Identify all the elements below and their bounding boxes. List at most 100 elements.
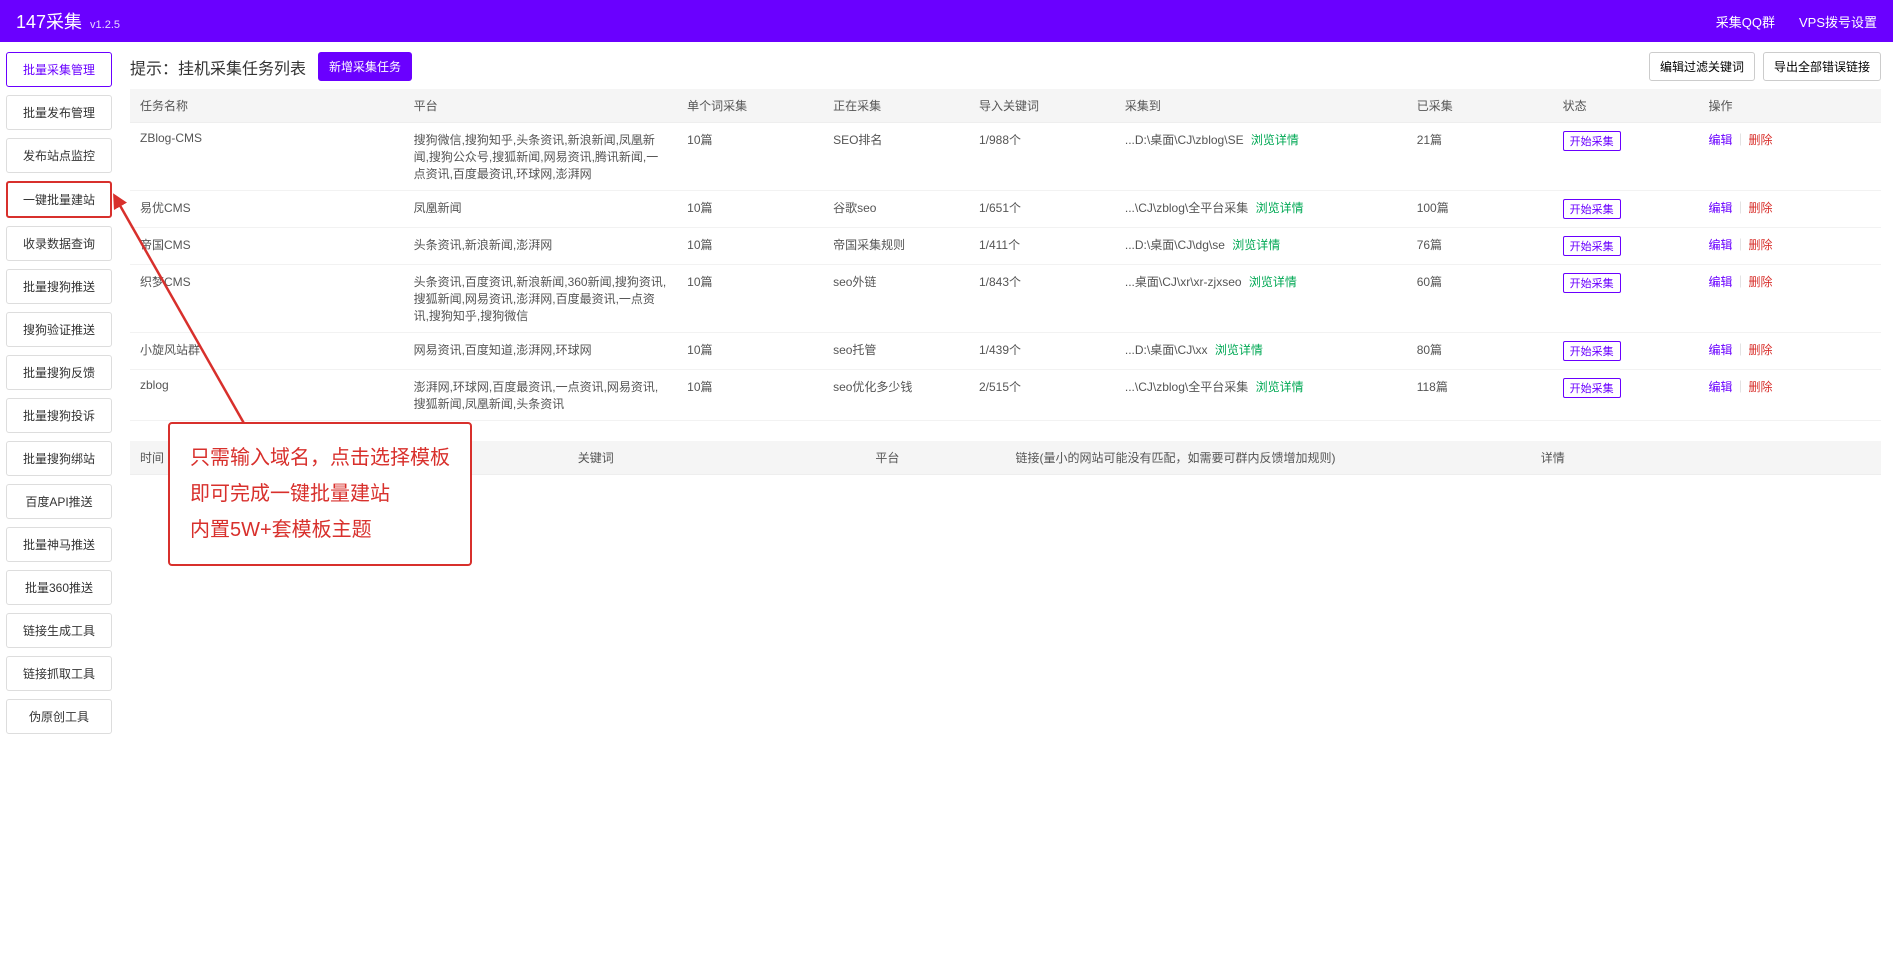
edit-link[interactable]: 编辑 [1709, 380, 1733, 394]
cell-collecting: seo托管 [823, 333, 969, 370]
table-row: 帝国CMS头条资讯,新浪新闻,澎湃网10篇帝国采集规则1/411个...D:\桌… [130, 228, 1881, 265]
page-title: 提示：挂机采集任务列表 [130, 55, 306, 79]
sidebar-item-3[interactable]: 一键批量建站 [6, 181, 112, 218]
detail-link[interactable]: 浏览详情 [1256, 380, 1304, 394]
sidebar-item-4[interactable]: 收录数据查询 [6, 226, 112, 261]
cell-name: 小旋风站群 [130, 333, 404, 370]
col-header: 采集到 [1115, 89, 1407, 123]
sidebar-item-1[interactable]: 批量发布管理 [6, 95, 112, 130]
sidebar-item-15[interactable]: 伪原创工具 [6, 699, 112, 734]
cell-status: 开始采集 [1553, 370, 1699, 421]
cell-path: ...D:\桌面\CJ\zblog\SE 浏览详情 [1115, 123, 1407, 191]
cell-platform: 头条资讯,百度资讯,新浪新闻,360新闻,搜狗资讯,搜狐新闻,网易资讯,澎湃网,… [404, 265, 678, 333]
tasks-table: 任务名称平台单个词采集正在采集导入关键词采集到已采集状态操作 ZBlog-CMS… [130, 89, 1881, 421]
col-header: 正在采集 [823, 89, 969, 123]
start-collect-button[interactable]: 开始采集 [1563, 236, 1621, 256]
cell-imported: 1/988个 [969, 123, 1115, 191]
col-header: 操作 [1699, 89, 1881, 123]
sidebar-item-2[interactable]: 发布站点监控 [6, 138, 112, 173]
sidebar-item-0[interactable]: 批量采集管理 [6, 52, 112, 87]
cell-collected: 60篇 [1407, 265, 1553, 333]
cell-name: zblog [130, 370, 404, 421]
cell-imported: 1/651个 [969, 191, 1115, 228]
start-collect-button[interactable]: 开始采集 [1563, 131, 1621, 151]
cell-status: 开始采集 [1553, 191, 1699, 228]
cell-path: ...\CJ\zblog\全平台采集 浏览详情 [1115, 191, 1407, 228]
delete-link[interactable]: 删除 [1749, 238, 1773, 252]
cell-path: ...\CJ\zblog\全平台采集 浏览详情 [1115, 370, 1407, 421]
main-content: 提示：挂机采集任务列表 新增采集任务 编辑过滤关键词 导出全部错误链接 任务名称… [118, 42, 1893, 744]
delete-link[interactable]: 删除 [1749, 133, 1773, 147]
cell-ops: 编辑｜删除 [1699, 123, 1881, 191]
cell-imported: 1/411个 [969, 228, 1115, 265]
start-collect-button[interactable]: 开始采集 [1563, 341, 1621, 361]
app-version: v1.2.5 [90, 19, 120, 31]
detail-link[interactable]: 浏览详情 [1215, 343, 1263, 357]
sidebar-item-10[interactable]: 百度API推送 [6, 484, 112, 519]
cell-imported: 2/515个 [969, 370, 1115, 421]
cell-path: ...桌面\CJ\xr\xr-zjxseo 浏览详情 [1115, 265, 1407, 333]
delete-link[interactable]: 删除 [1749, 343, 1773, 357]
cell-platform: 凤凰新闻 [404, 191, 678, 228]
detail-link[interactable]: 浏览详情 [1256, 201, 1304, 215]
col-header: 任务名称 [130, 89, 404, 123]
cell-imported: 1/843个 [969, 265, 1115, 333]
cell-platform: 头条资讯,新浪新闻,澎湃网 [404, 228, 678, 265]
sidebar-item-9[interactable]: 批量搜狗绑站 [6, 441, 112, 476]
delete-link[interactable]: 删除 [1749, 201, 1773, 215]
col-header: 链接(量小的网站可能没有匹配，如需要可群内反馈增加规则) [1005, 441, 1530, 475]
cell-name: 织梦CMS [130, 265, 404, 333]
filter-keywords-button[interactable]: 编辑过滤关键词 [1649, 52, 1755, 81]
header-link-qq[interactable]: 采集QQ群 [1716, 12, 1775, 31]
cell-collecting: 谷歌seo [823, 191, 969, 228]
cell-collected: 21篇 [1407, 123, 1553, 191]
col-header: 平台 [404, 89, 678, 123]
edit-link[interactable]: 编辑 [1709, 238, 1733, 252]
cell-status: 开始采集 [1553, 123, 1699, 191]
delete-link[interactable]: 删除 [1749, 275, 1773, 289]
edit-link[interactable]: 编辑 [1709, 201, 1733, 215]
cell-platform: 搜狗微信,搜狗知乎,头条资讯,新浪新闻,凤凰新闻,搜狗公众号,搜狐新闻,网易资讯… [404, 123, 678, 191]
start-collect-button[interactable]: 开始采集 [1563, 273, 1621, 293]
detail-link[interactable]: 浏览详情 [1249, 275, 1297, 289]
edit-link[interactable]: 编辑 [1709, 133, 1733, 147]
sidebar-item-6[interactable]: 搜狗验证推送 [6, 312, 112, 347]
detail-link[interactable]: 浏览详情 [1232, 238, 1280, 252]
cell-collecting: 帝国采集规则 [823, 228, 969, 265]
export-errors-button[interactable]: 导出全部错误链接 [1763, 52, 1881, 81]
cell-ops: 编辑｜删除 [1699, 333, 1881, 370]
delete-link[interactable]: 删除 [1749, 380, 1773, 394]
header-link-vps[interactable]: VPS拨号设置 [1799, 12, 1877, 31]
new-task-button[interactable]: 新增采集任务 [318, 52, 412, 81]
sidebar-item-11[interactable]: 批量神马推送 [6, 527, 112, 562]
col-header: 状态 [1553, 89, 1699, 123]
cell-name: 易优CMS [130, 191, 404, 228]
sidebar-item-13[interactable]: 链接生成工具 [6, 613, 112, 648]
edit-link[interactable]: 编辑 [1709, 275, 1733, 289]
cell-status: 开始采集 [1553, 333, 1699, 370]
start-collect-button[interactable]: 开始采集 [1563, 199, 1621, 219]
cell-path: ...D:\桌面\CJ\dg\se 浏览详情 [1115, 228, 1407, 265]
sidebar-item-7[interactable]: 批量搜狗反馈 [6, 355, 112, 390]
sidebar: 批量采集管理批量发布管理发布站点监控一键批量建站收录数据查询批量搜狗推送搜狗验证… [0, 42, 118, 744]
cell-per: 10篇 [677, 228, 823, 265]
sidebar-item-5[interactable]: 批量搜狗推送 [6, 269, 112, 304]
edit-link[interactable]: 编辑 [1709, 343, 1733, 357]
cell-platform: 网易资讯,百度知道,澎湃网,环球网 [404, 333, 678, 370]
cell-per: 10篇 [677, 370, 823, 421]
cell-platform: 澎湃网,环球网,百度最资讯,一点资讯,网易资讯,搜狐新闻,凤凰新闻,头条资讯 [404, 370, 678, 421]
cell-collecting: seo优化多少钱 [823, 370, 969, 421]
detail-link[interactable]: 浏览详情 [1251, 133, 1299, 147]
sidebar-item-14[interactable]: 链接抓取工具 [6, 656, 112, 691]
table-row: ZBlog-CMS搜狗微信,搜狗知乎,头条资讯,新浪新闻,凤凰新闻,搜狗公众号,… [130, 123, 1881, 191]
start-collect-button[interactable]: 开始采集 [1563, 378, 1621, 398]
cell-per: 10篇 [677, 265, 823, 333]
cell-status: 开始采集 [1553, 228, 1699, 265]
col-header: 关键词 [568, 441, 866, 475]
col-header: 平台 [865, 441, 1005, 475]
cell-collected: 76篇 [1407, 228, 1553, 265]
table-row: 易优CMS凤凰新闻10篇谷歌seo1/651个...\CJ\zblog\全平台采… [130, 191, 1881, 228]
col-header: 单个词采集 [677, 89, 823, 123]
sidebar-item-8[interactable]: 批量搜狗投诉 [6, 398, 112, 433]
sidebar-item-12[interactable]: 批量360推送 [6, 570, 112, 605]
